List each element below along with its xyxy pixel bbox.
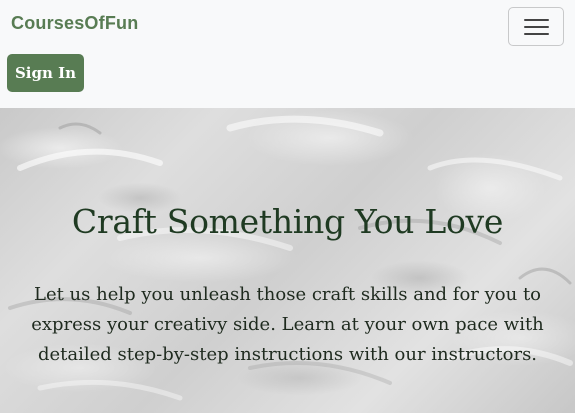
- sign-in-button[interactable]: Sign In: [7, 54, 84, 92]
- navbar: CoursesOfFun Sign In: [0, 0, 575, 108]
- hero-title: Craft Something You Love: [71, 202, 504, 241]
- hamburger-menu-icon-bar: [524, 26, 549, 28]
- hero-section: Craft Something You Love Let us help you…: [0, 108, 575, 413]
- hero-description: Let us help you unleash those craft skil…: [31, 284, 544, 365]
- hamburger-menu-icon: [524, 19, 549, 21]
- hamburger-menu-icon-bar: [524, 33, 549, 35]
- brand-logo[interactable]: CoursesOfFun: [11, 13, 138, 34]
- navbar-toggler-button[interactable]: [508, 7, 564, 46]
